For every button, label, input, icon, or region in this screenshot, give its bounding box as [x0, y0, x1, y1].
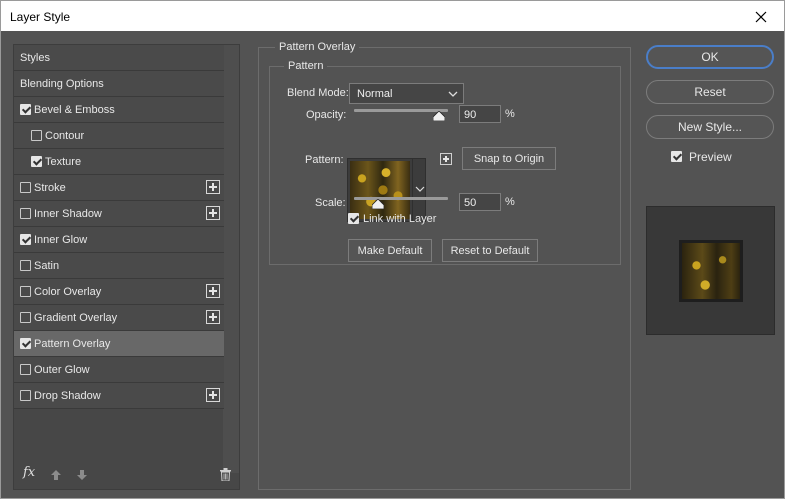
new-preset-icon[interactable] [440, 153, 452, 165]
sidebar-checkbox-contour[interactable] [31, 130, 42, 141]
sidebar-checkbox-texture[interactable] [31, 156, 42, 167]
scale-percent: % [505, 196, 515, 208]
opacity-slider-thumb[interactable] [432, 110, 445, 122]
sidebar-checkbox-bevel-and-emboss[interactable] [20, 104, 31, 115]
sidebar-item-label: Inner Glow [34, 234, 88, 246]
style-preview [646, 206, 775, 335]
preview-checkbox[interactable] [671, 151, 682, 162]
sidebar-checkbox-color-overlay[interactable] [20, 286, 31, 297]
title-bar: Layer Style [0, 0, 785, 31]
sidebar-item-inner-shadow[interactable]: Inner Shadow [14, 201, 224, 227]
sidebar-item-gradient-overlay[interactable]: Gradient Overlay [14, 305, 224, 331]
sidebar-item-pattern-overlay[interactable]: Pattern Overlay [14, 331, 224, 357]
fx-button[interactable]: fx [23, 465, 35, 480]
sidebar-item-satin[interactable]: Satin [14, 253, 224, 279]
pattern-swatch[interactable] [350, 161, 410, 219]
link-with-layer-checkbox[interactable] [348, 213, 359, 224]
sidebar-checkbox-outer-glow[interactable] [20, 364, 31, 375]
sidebar-item-label: Drop Shadow [34, 390, 101, 402]
window-title: Layer Style [10, 10, 71, 24]
make-default-button[interactable]: Make Default [348, 239, 432, 262]
blend-mode-value: Normal [357, 88, 393, 100]
blend-mode-select[interactable]: Normal [349, 83, 464, 104]
pattern-subgroup-title: Pattern [284, 60, 328, 72]
sidebar-item-bevel-and-emboss[interactable]: Bevel & Emboss [14, 97, 224, 123]
sidebar-item-label: Stroke [34, 182, 66, 194]
opacity-input[interactable]: 90 [459, 105, 501, 123]
new-style-button[interactable]: New Style... [646, 115, 774, 139]
sidebar-item-label: Pattern Overlay [34, 338, 111, 350]
sidebar-item-label: Satin [34, 260, 60, 272]
sidebar-item-outer-glow[interactable]: Outer Glow [14, 357, 224, 383]
scale-value: 50 [464, 197, 477, 209]
sidebar-item-label: Styles [20, 52, 50, 64]
opacity-label: Opacity: [306, 109, 347, 121]
sidebar-item-label: Contour [45, 130, 85, 142]
preview-thumbnail [682, 243, 740, 299]
move-up-icon[interactable] [50, 469, 62, 481]
scale-slider[interactable] [354, 197, 448, 200]
reset-to-default-button[interactable]: Reset to Default [442, 239, 538, 262]
sidebar-item-label: Color Overlay [34, 286, 102, 298]
ok-label: OK [701, 50, 719, 64]
add-stroke-icon[interactable] [206, 180, 220, 194]
sidebar-item-styles[interactable]: Styles [14, 45, 224, 71]
scale-slider-thumb[interactable] [371, 198, 384, 210]
make-default-label: Make Default [357, 244, 423, 257]
ok-button[interactable]: OK [646, 45, 774, 69]
sidebar-item-label: Inner Shadow [34, 208, 102, 220]
styles-list-footer: fx [14, 461, 239, 489]
sidebar-checkbox-pattern-overlay[interactable] [20, 338, 31, 349]
sidebar-item-label: Texture [45, 156, 82, 168]
sidebar-checkbox-satin[interactable] [20, 260, 31, 271]
preview-label: Preview [689, 150, 732, 164]
pattern-overlay-title: Pattern Overlay [275, 41, 360, 53]
link-with-layer-label: Link with Layer [363, 213, 437, 225]
blend-mode-label: Blend Mode: [287, 87, 349, 99]
add-color-overlay-icon[interactable] [206, 284, 220, 298]
styles-scrollbar[interactable] [223, 45, 239, 473]
trash-icon[interactable] [220, 468, 231, 482]
snap-to-origin-label: Snap to Origin [473, 152, 545, 165]
sidebar-checkbox-drop-shadow[interactable] [20, 390, 31, 401]
reset-to-default-label: Reset to Default [450, 244, 530, 257]
sidebar-item-color-overlay[interactable]: Color Overlay [14, 279, 224, 305]
sidebar-item-label: Gradient Overlay [34, 312, 118, 324]
sidebar-checkbox-inner-shadow[interactable] [20, 208, 31, 219]
sidebar-checkbox-inner-glow[interactable] [20, 234, 31, 245]
snap-to-origin-button[interactable]: Snap to Origin [462, 147, 556, 170]
styles-list: Styles Blending Options Bevel & Emboss Cont… [13, 44, 240, 490]
sidebar-item-blending-options[interactable]: Blending Options [14, 71, 224, 97]
reset-label: Reset [694, 85, 726, 99]
scale-input[interactable]: 50 [459, 193, 501, 211]
close-icon[interactable] [738, 1, 784, 32]
opacity-percent: % [505, 108, 515, 120]
reset-button[interactable]: Reset [646, 80, 774, 104]
sidebar-item-texture[interactable]: Texture [14, 149, 224, 175]
sidebar-item-label: Bevel & Emboss [34, 104, 115, 116]
pattern-label: Pattern: [305, 154, 344, 166]
sidebar-item-stroke[interactable]: Stroke [14, 175, 224, 201]
add-gradient-overlay-icon[interactable] [206, 310, 220, 324]
dialog-body: Styles Blending Options Bevel & Emboss Cont… [0, 31, 785, 499]
sidebar-item-label: Blending Options [20, 78, 104, 90]
scale-label: Scale: [315, 197, 346, 209]
sidebar-item-label: Outer Glow [34, 364, 90, 376]
sidebar-checkbox-stroke[interactable] [20, 182, 31, 193]
add-inner-shadow-icon[interactable] [206, 206, 220, 220]
new-style-label: New Style... [677, 120, 743, 134]
sidebar-item-drop-shadow[interactable]: Drop Shadow [14, 383, 224, 409]
chevron-down-icon [448, 89, 458, 99]
preview-swatch-frame [679, 240, 743, 302]
pattern-dropdown[interactable] [412, 159, 426, 221]
move-down-icon[interactable] [76, 469, 88, 481]
sidebar-item-inner-glow[interactable]: Inner Glow [14, 227, 224, 253]
opacity-value: 90 [464, 109, 477, 121]
add-drop-shadow-icon[interactable] [206, 388, 220, 402]
sidebar-item-contour[interactable]: Contour [14, 123, 224, 149]
sidebar-checkbox-gradient-overlay[interactable] [20, 312, 31, 323]
